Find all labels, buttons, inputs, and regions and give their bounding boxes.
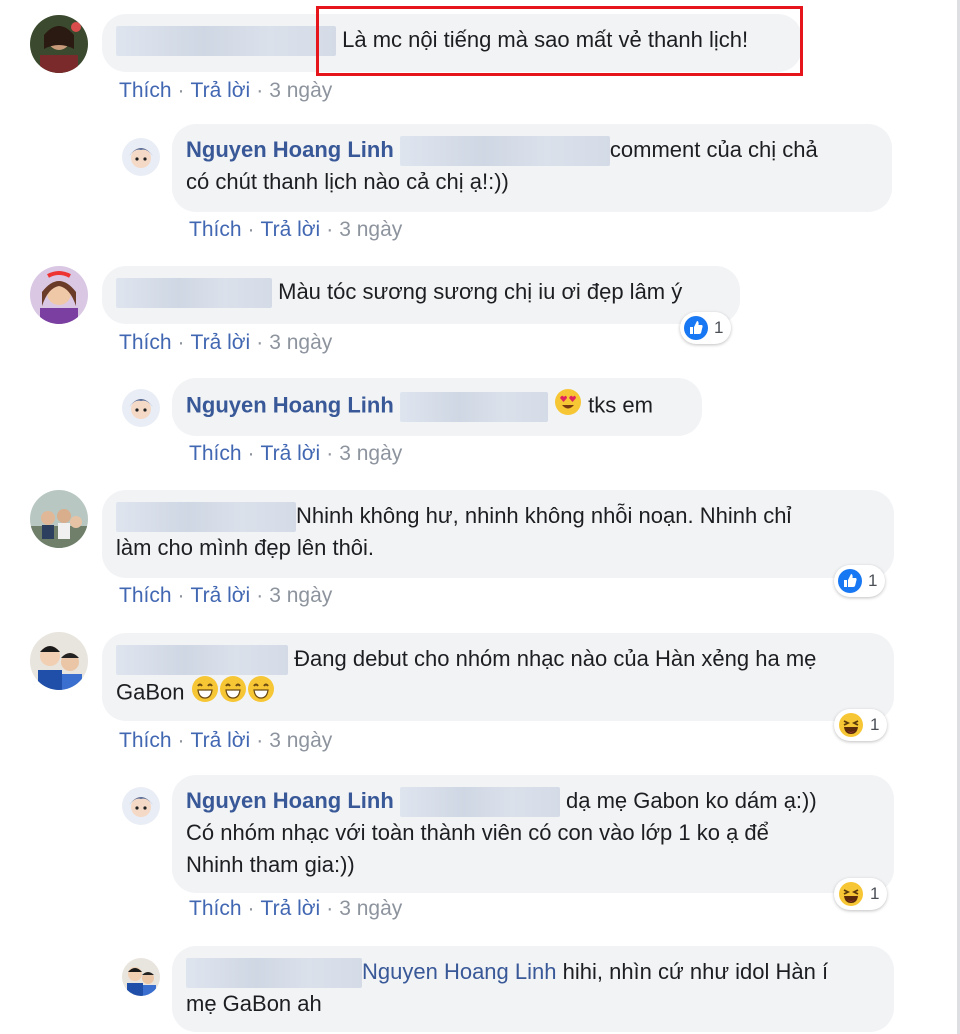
like-link[interactable]: Thích <box>119 729 172 752</box>
like-icon <box>684 316 708 340</box>
reply-bubble: Nguyen Hoang Linh hihi, nhìn cứ như idol… <box>172 946 894 1032</box>
blurred-name <box>116 278 272 309</box>
avatar[interactable] <box>30 632 88 690</box>
reply-link[interactable]: Trả lời <box>191 331 251 354</box>
comment-actions: Thích · Trả lời · 3 ngày <box>119 79 333 102</box>
grinning-emoji <box>247 675 275 712</box>
avatar[interactable] <box>30 266 88 324</box>
avatar[interactable] <box>122 787 160 825</box>
like-link[interactable]: Thích <box>189 442 242 465</box>
grinning-emoji <box>219 675 247 712</box>
avatar[interactable] <box>122 389 160 427</box>
comment-text: Màu tóc sương sương chị iu ơi đẹp lâm ý <box>278 279 683 304</box>
avatar[interactable] <box>122 958 160 996</box>
blurred-name <box>116 502 296 533</box>
reply-link[interactable]: Trả lời <box>261 897 321 920</box>
blurred-name <box>399 136 610 167</box>
blurred-name <box>399 391 548 422</box>
reply-bubble: Nguyen Hoang Linh comment của chị chả có… <box>172 124 892 212</box>
reaction-count[interactable]: 1 <box>680 312 732 344</box>
reply-link[interactable]: Trả lời <box>261 442 321 465</box>
highlight-box <box>316 6 803 76</box>
like-link[interactable]: Thích <box>119 584 172 607</box>
reply-bubble: Nguyen Hoang Linh tks em <box>172 378 702 436</box>
blurred-name <box>116 26 336 57</box>
timestamp[interactable]: 3 ngày <box>339 218 402 241</box>
comment-actions: Thích · Trả lời · 3 ngày <box>189 218 403 241</box>
avatar[interactable] <box>30 490 88 548</box>
timestamp[interactable]: 3 ngày <box>339 442 402 465</box>
timestamp[interactable]: 3 ngày <box>269 331 332 354</box>
mention-link[interactable]: Nguyen Hoang Linh <box>362 959 556 984</box>
reply-link[interactable]: Trả lời <box>191 584 251 607</box>
haha-icon <box>839 882 863 906</box>
reply-link[interactable]: Trả lời <box>191 79 251 102</box>
reaction-count[interactable]: 1 <box>834 878 888 910</box>
blurred-name <box>116 645 288 676</box>
like-link[interactable]: Thích <box>119 79 172 102</box>
timestamp[interactable]: 3 ngày <box>269 729 332 752</box>
blurred-name <box>399 787 560 818</box>
timestamp[interactable]: 3 ngày <box>269 584 332 607</box>
like-link[interactable]: Thích <box>189 897 242 920</box>
comment-bubble: Màu tóc sương sương chị iu ơi đẹp lâm ý <box>102 266 740 324</box>
comment-actions: Thích · Trả lời · 3 ngày <box>119 584 333 607</box>
like-link[interactable]: Thích <box>119 331 172 354</box>
like-icon <box>838 569 862 593</box>
author-name[interactable]: Nguyen Hoang Linh <box>186 788 394 813</box>
comment-actions: Thích · Trả lời · 3 ngày <box>119 729 333 752</box>
timestamp[interactable]: 3 ngày <box>339 897 402 920</box>
comment-bubble: Đang debut cho nhóm nhạc nào của Hàn xẻn… <box>102 633 894 721</box>
comment-bubble: Nhinh không hư, nhinh không nhỗi noạn. N… <box>102 490 894 578</box>
avatar[interactable] <box>122 138 160 176</box>
reaction-count[interactable]: 1 <box>834 709 888 741</box>
avatar[interactable] <box>30 15 88 73</box>
haha-icon <box>839 713 863 737</box>
timestamp[interactable]: 3 ngày <box>269 79 332 102</box>
reaction-count[interactable]: 1 <box>834 565 886 597</box>
comment-actions: Thích · Trả lời · 3 ngày <box>189 897 403 920</box>
author-name[interactable]: Nguyen Hoang Linh <box>186 137 394 162</box>
reply-link[interactable]: Trả lời <box>191 729 251 752</box>
blurred-name <box>186 958 362 989</box>
reply-link[interactable]: Trả lời <box>261 218 321 241</box>
grinning-emoji <box>191 675 219 712</box>
like-link[interactable]: Thích <box>189 218 242 241</box>
author-name[interactable]: Nguyen Hoang Linh <box>186 392 394 417</box>
comment-actions: Thích · Trả lời · 3 ngày <box>189 442 403 465</box>
heart-eyes-emoji <box>554 388 582 425</box>
comment-actions: Thích · Trả lời · 3 ngày <box>119 331 333 354</box>
reply-bubble: Nguyen Hoang Linh dạ mẹ Gabon ko dám ạ:)… <box>172 775 894 893</box>
